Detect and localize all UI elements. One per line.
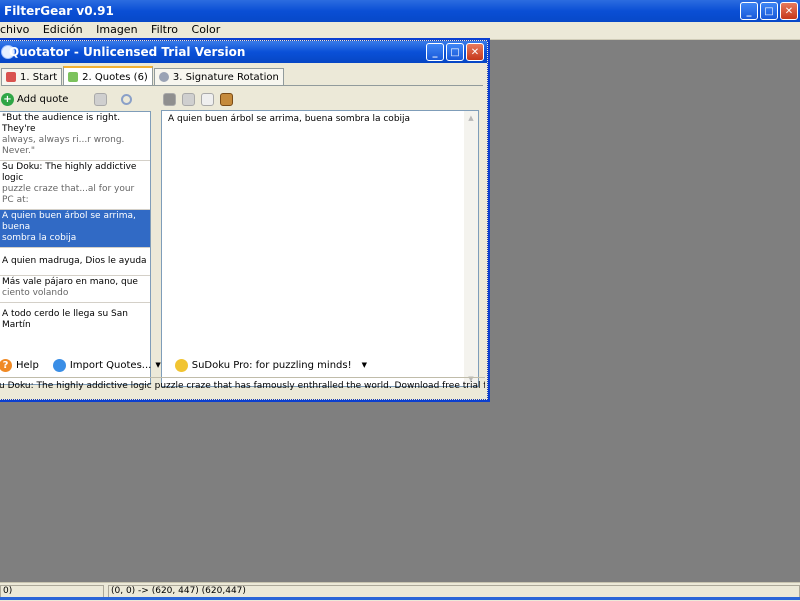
chevron-down-icon: ▼ xyxy=(155,361,161,369)
quotator-close-button[interactable]: ✕ xyxy=(466,43,484,61)
app-title: FilterGear v0.91 xyxy=(4,4,114,18)
tab-quotes[interactable]: 2. Quotes (6) xyxy=(63,66,153,86)
list-item[interactable]: Más vale pájaro en mano, que ciento vola… xyxy=(0,276,150,303)
quote-editor[interactable]: A quien buen árbol se arrima, buena somb… xyxy=(161,110,479,387)
tab-signature-rotation[interactable]: 3. Signature Rotation xyxy=(153,68,284,85)
add-icon: + xyxy=(1,92,14,106)
app-title-bar: FilterGear v0.91 _ □ ✕ xyxy=(0,0,800,22)
quotator-minimize-button[interactable]: _ xyxy=(426,43,444,61)
chevron-down-icon: ▼ xyxy=(361,361,367,369)
help-icon: ? xyxy=(0,358,12,372)
import-quotes-button[interactable]: Import Quotes... ▼ xyxy=(52,358,161,372)
tab-divider xyxy=(1,85,483,86)
hand-icon[interactable] xyxy=(201,92,214,106)
quotes-toolbar: + Add quote xyxy=(1,90,133,108)
quotator-status-text: u Doku: The highly addictive logic puzzl… xyxy=(0,381,485,391)
app-maximize-button[interactable]: □ xyxy=(760,2,778,20)
quotator-maximize-button[interactable]: □ xyxy=(446,43,464,61)
quotes-icon xyxy=(68,72,79,82)
status-divider xyxy=(0,377,485,378)
list-item[interactable]: A todo cerdo le llega su San Martín xyxy=(0,303,150,334)
help-button[interactable]: ? Help xyxy=(0,358,39,372)
sudoku-icon xyxy=(174,358,188,372)
list-item[interactable]: "But the audience is right. They're alwa… xyxy=(0,112,150,161)
menu-edicion[interactable]: Edición xyxy=(43,22,83,38)
add-quote-button[interactable]: + Add quote xyxy=(1,92,68,106)
tab-strip: 1. Start 2. Quotes (6) 3. Signature Rota… xyxy=(1,66,285,86)
search-icon[interactable] xyxy=(121,93,133,105)
sudoku-pro-button[interactable]: SuDoku Pro: for puzzling minds! ▼ xyxy=(174,358,367,372)
quotator-title: Quotator - Unlicensed Trial Version xyxy=(9,45,246,59)
arrow-icon[interactable] xyxy=(182,92,195,106)
quotator-title-bar: Quotator - Unlicensed Trial Version _ □ … xyxy=(0,41,487,63)
editor-toolbar xyxy=(163,90,233,108)
menu-imagen[interactable]: Imagen xyxy=(96,22,137,38)
quotator-window: Quotator - Unlicensed Trial Version _ □ … xyxy=(0,38,490,402)
menu-archivo[interactable]: chivo xyxy=(0,22,29,38)
app-menu-bar: chivo Edición Imagen Filtro Color xyxy=(0,22,800,40)
scroll-up-arrow-icon[interactable]: ▲ xyxy=(464,111,478,125)
menu-color[interactable]: Color xyxy=(192,22,221,38)
bottom-toolbar: ? Help Import Quotes... ▼ SuDoku Pro: fo… xyxy=(0,355,483,375)
quotes-list[interactable]: "But the audience is right. They're alwa… xyxy=(0,111,151,385)
rotation-icon xyxy=(158,72,169,82)
menu-filtro[interactable]: Filtro xyxy=(151,22,178,38)
app-minimize-button[interactable]: _ xyxy=(740,2,758,20)
list-item[interactable]: Su Doku: The highly addictive logic puzz… xyxy=(0,161,150,210)
editor-scrollbar[interactable]: ▲ ▼ xyxy=(464,111,478,386)
list-item[interactable]: A quien madruga, Dios le ayuda xyxy=(0,248,150,276)
quote-editor-text[interactable]: A quien buen árbol se arrima, buena somb… xyxy=(168,114,410,124)
list-item-selected[interactable]: A quien buen árbol se arrima, buena somb… xyxy=(0,210,150,248)
pin-icon xyxy=(6,72,16,82)
database-icon[interactable] xyxy=(94,92,108,106)
tab-start[interactable]: 1. Start xyxy=(1,68,63,85)
book-icon[interactable] xyxy=(220,92,233,106)
import-icon xyxy=(52,358,66,372)
binoculars-icon[interactable] xyxy=(163,92,176,106)
app-close-button[interactable]: ✕ xyxy=(780,2,798,20)
